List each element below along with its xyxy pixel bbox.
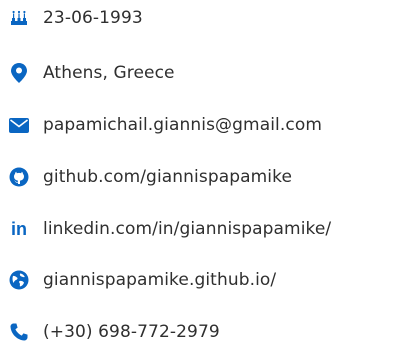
envelope-icon (8, 114, 30, 136)
globe-icon (8, 269, 30, 291)
github-link[interactable]: github.com/giannispapamike (43, 167, 292, 187)
contact-item-location: Athens, Greece (0, 58, 409, 88)
contact-item-phone[interactable]: (+30) 698-772-2979 (0, 317, 409, 347)
contact-item-linkedin[interactable]: in linkedin.com/in/giannispapamike/ (0, 214, 409, 244)
linkedin-link[interactable]: linkedin.com/in/giannispapamike/ (43, 219, 331, 239)
email-link[interactable]: papamichail.giannis@gmail.com (43, 115, 322, 135)
birthday-text: 23-06-1993 (43, 8, 143, 28)
linkedin-icon: in (8, 218, 30, 240)
location-pin-icon (8, 62, 30, 84)
birthday-cake-icon (8, 7, 30, 29)
contact-item-birthday: 23-06-1993 (0, 3, 409, 33)
contact-item-github[interactable]: github.com/giannispapamike (0, 162, 409, 192)
github-icon (8, 166, 30, 188)
contact-list: 23-06-1993 Athens, Greece papamichail.gi… (0, 0, 409, 350)
linkedin-icon-text: in (11, 219, 27, 239)
contact-item-website[interactable]: giannispapamike.github.io/ (0, 265, 409, 295)
location-text: Athens, Greece (43, 63, 175, 83)
phone-link[interactable]: (+30) 698-772-2979 (43, 322, 220, 342)
contact-item-email[interactable]: papamichail.giannis@gmail.com (0, 110, 409, 140)
phone-icon (8, 321, 30, 343)
website-link[interactable]: giannispapamike.github.io/ (43, 270, 276, 290)
